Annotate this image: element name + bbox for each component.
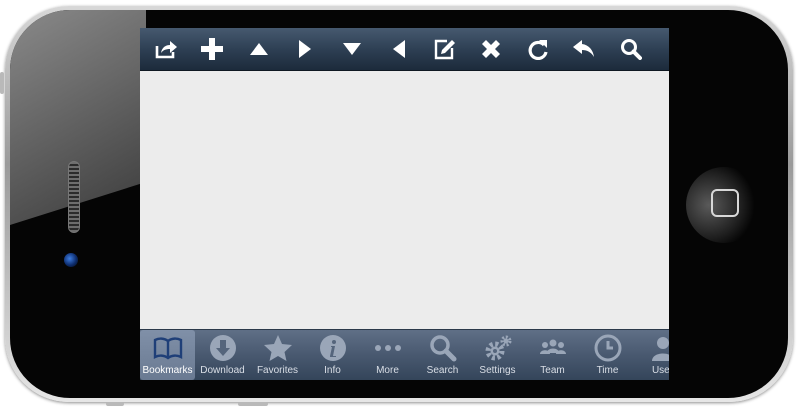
reply-icon[interactable] xyxy=(569,34,599,64)
star-icon xyxy=(250,333,305,363)
tab-label: Download xyxy=(200,365,245,376)
plus-icon[interactable] xyxy=(197,34,227,64)
search-icon xyxy=(415,333,470,363)
book-icon xyxy=(140,333,195,363)
front-camera xyxy=(64,253,78,267)
more-icon xyxy=(360,333,415,363)
search-icon[interactable] xyxy=(616,34,646,64)
tab-user[interactable]: User xyxy=(635,330,669,380)
tab-bar: Bookmarks Download Favorites Info More S… xyxy=(140,329,669,380)
tab-bookmarks[interactable]: Bookmarks xyxy=(140,330,195,380)
tab-label: Time xyxy=(596,365,619,376)
volume-button xyxy=(0,72,4,94)
share-icon[interactable] xyxy=(151,34,181,64)
content-area xyxy=(140,71,669,329)
power-button-2 xyxy=(238,402,268,406)
tab-favorites[interactable]: Favorites xyxy=(250,330,305,380)
triangle-right-icon[interactable] xyxy=(290,34,320,64)
triangle-left-icon[interactable] xyxy=(384,34,414,64)
info-icon xyxy=(305,333,360,363)
triangle-up-icon[interactable] xyxy=(244,34,274,64)
tab-label: More xyxy=(376,365,399,376)
app-screen: Bookmarks Download Favorites Info More S… xyxy=(140,28,669,380)
tab-settings[interactable]: Settings xyxy=(470,330,525,380)
tab-download[interactable]: Download xyxy=(195,330,250,380)
power-button xyxy=(106,402,124,406)
tab-label: Info xyxy=(324,365,341,376)
tab-time[interactable]: Time xyxy=(580,330,635,380)
close-icon[interactable] xyxy=(476,34,506,64)
tab-label: Search xyxy=(426,365,459,376)
tab-label: Team xyxy=(540,365,565,376)
tab-team[interactable]: Team xyxy=(525,330,580,380)
user-icon xyxy=(635,333,669,363)
refresh-icon[interactable] xyxy=(523,34,553,64)
clock-icon xyxy=(580,333,635,363)
top-toolbar xyxy=(140,28,669,71)
home-button-icon xyxy=(711,189,739,217)
tab-label: Favorites xyxy=(256,365,299,376)
download-icon xyxy=(195,333,250,363)
speaker-grille xyxy=(68,161,80,233)
team-icon xyxy=(525,333,580,363)
tab-label: Bookmarks xyxy=(142,365,193,376)
triangle-down-icon[interactable] xyxy=(337,34,367,64)
tab-label: Settings xyxy=(479,365,516,376)
tab-search[interactable]: Search xyxy=(415,330,470,380)
edit-icon[interactable] xyxy=(430,34,460,64)
tab-info[interactable]: Info xyxy=(305,330,360,380)
gear-icon xyxy=(470,333,525,363)
tab-more[interactable]: More xyxy=(360,330,415,380)
tab-label: User xyxy=(651,365,669,376)
